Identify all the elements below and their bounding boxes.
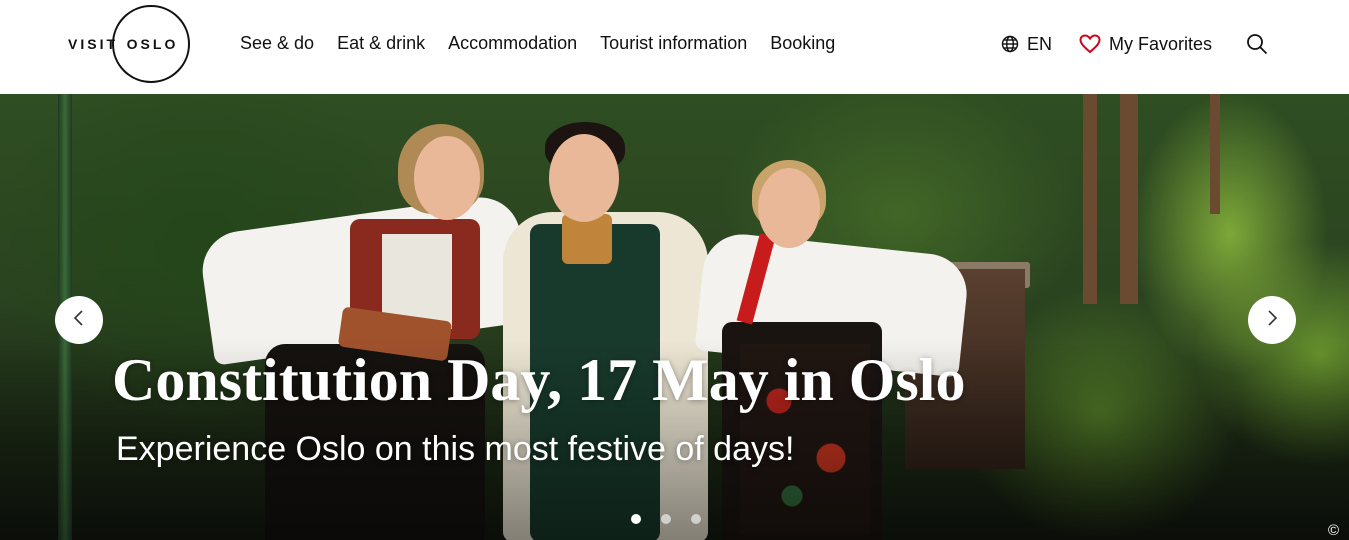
carousel-dot-1[interactable] xyxy=(631,514,641,524)
hero-subtitle: Experience Oslo on this most festive of … xyxy=(116,430,795,468)
carousel-next-button[interactable] xyxy=(1248,296,1296,344)
nav-booking[interactable]: Booking xyxy=(770,33,835,54)
nav-see-and-do[interactable]: See & do xyxy=(240,33,314,54)
chevron-right-icon xyxy=(1265,309,1279,332)
nav-tourist-information[interactable]: Tourist information xyxy=(600,33,747,54)
nav-accommodation[interactable]: Accommodation xyxy=(448,33,577,54)
chevron-left-icon xyxy=(72,309,86,332)
my-favorites-label: My Favorites xyxy=(1109,33,1213,54)
language-label: EN xyxy=(1027,33,1053,54)
my-favorites-link[interactable]: My Favorites xyxy=(1079,31,1212,57)
heart-icon xyxy=(1079,34,1101,54)
carousel-pagination xyxy=(631,514,701,524)
logo-oslo-text: OSLO xyxy=(126,36,179,52)
nav-eat-and-drink[interactable]: Eat & drink xyxy=(337,33,425,54)
search-icon xyxy=(1246,33,1268,55)
language-selector[interactable]: EN xyxy=(1001,31,1052,57)
main-nav: See & do Eat & drink Accommodation Touri… xyxy=(240,33,835,54)
site-header: VISIT OSLO See & do Eat & drink Accommod… xyxy=(0,0,1349,94)
hero-carousel: Constitution Day, 17 May in Oslo Experie… xyxy=(0,94,1349,540)
hero-overlay xyxy=(0,94,1349,540)
carousel-prev-button[interactable] xyxy=(55,296,103,344)
carousel-dot-3[interactable] xyxy=(691,514,701,524)
carousel-dot-2[interactable] xyxy=(661,514,671,524)
logo-circle: OSLO xyxy=(112,5,191,83)
visit-oslo-logo[interactable]: VISIT OSLO xyxy=(68,4,191,84)
globe-icon xyxy=(1001,35,1019,53)
hero-title: Constitution Day, 17 May in Oslo xyxy=(112,347,966,413)
search-button[interactable] xyxy=(1246,31,1268,57)
logo-visit-text: VISIT xyxy=(68,36,119,52)
copyright-icon[interactable]: © xyxy=(1328,522,1339,539)
